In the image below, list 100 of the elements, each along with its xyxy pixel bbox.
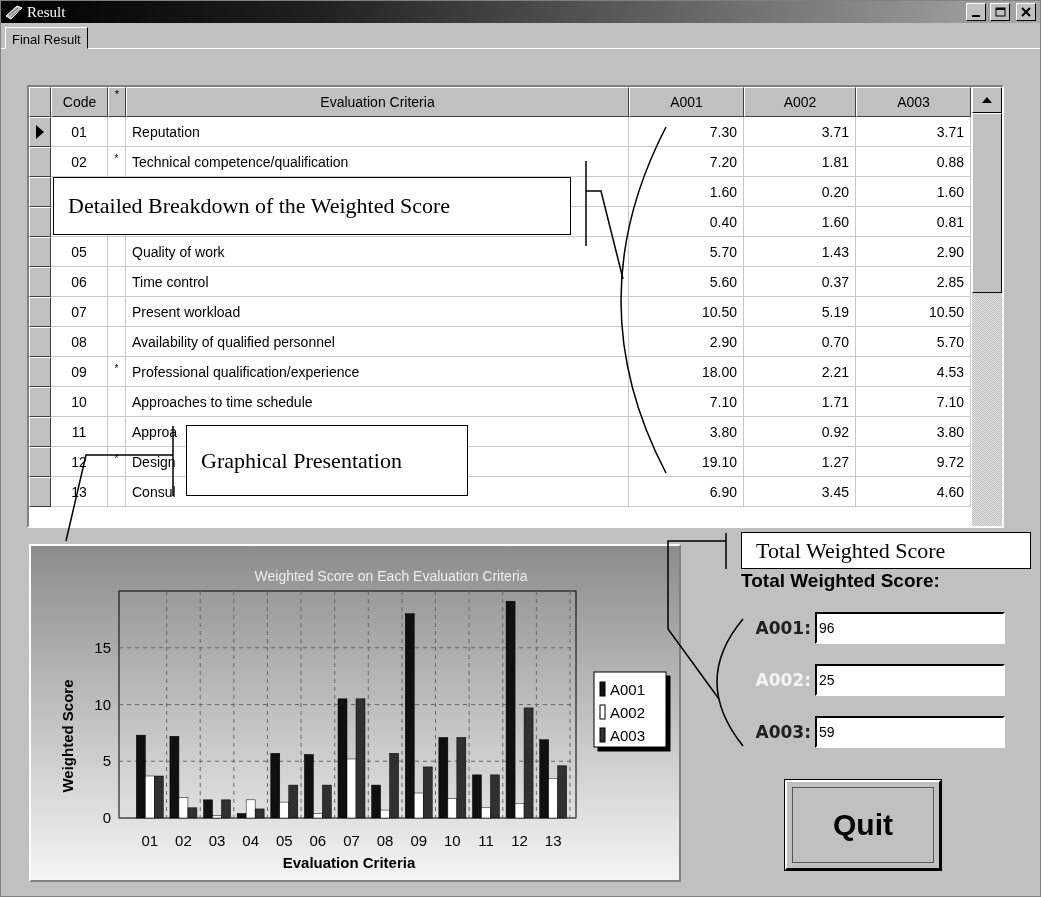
table-cell: 2.85 [856,267,971,297]
axis-tick-label: 12 [511,832,528,849]
axis-tick-label: 09 [410,832,428,849]
table-cell: 5.60 [629,267,744,297]
table-cell: 0.37 [744,267,856,297]
table-cell: 1.60 [856,177,971,207]
row-header[interactable] [29,267,51,297]
axis-tick-label: 13 [544,832,562,849]
table-cell: 07 [51,297,108,327]
legend-label: A001 [610,681,646,698]
table-cell [108,267,126,297]
axis-tick-label: 01 [141,832,159,849]
table-cell: 3.71 [856,117,971,147]
table-cell: 0.70 [744,327,856,357]
axis-tick-label: 07 [343,832,360,849]
scroll-up-button[interactable] [972,87,1002,113]
window-title: Result [27,3,67,21]
table-cell: 4.53 [856,357,971,387]
table-cell: 1.60 [629,177,744,207]
row-header[interactable] [29,147,51,177]
table-cell: 3.80 [856,417,971,447]
table-cell: Availability of qualified personnel [126,327,629,357]
table-cell: Reputation [126,117,629,147]
table-cell: 10 [51,387,108,417]
table-cell: 1.71 [744,387,856,417]
scrollbar[interactable] [972,87,1002,526]
column-header[interactable]: A003 [856,87,971,117]
column-header[interactable]: A001 [629,87,744,117]
app-icon [5,4,23,20]
score-label: A001: [754,618,811,638]
row-header[interactable] [29,387,51,417]
minimize-button[interactable] [966,3,986,21]
axis-tick-label: 10 [94,695,111,713]
table-cell: 06 [51,267,108,297]
table-cell: * [108,357,126,387]
table-cell: 3.71 [744,117,856,147]
table-cell: 1.60 [744,207,856,237]
axis-tick-label: 10 [444,832,461,849]
table-cell: 4.60 [856,477,971,507]
table-cell: 01 [51,117,108,147]
column-header[interactable]: A002 [744,87,856,117]
table-cell: 2.90 [629,327,744,357]
column-header[interactable]: Evaluation Criteria [126,87,629,117]
table-cell [108,417,126,447]
table-cell: 5.19 [744,297,856,327]
tab[interactable]: Final Result [5,27,88,49]
row-header[interactable] [29,177,51,207]
score-label: A003: [754,722,811,742]
column-header[interactable]: Code [51,87,108,117]
table-cell [108,297,126,327]
chart-title: Weighted Score on Each Evaluation Criteria [254,568,528,584]
legend-label: A002 [610,704,646,721]
table-cell: Approaches to time schedule [126,387,629,417]
axis-tick-label: 15 [94,638,111,656]
row-header[interactable] [29,327,51,357]
row-header[interactable] [29,447,51,477]
callout: Total Weighted Score [741,532,1031,569]
quit-button[interactable]: Quit [785,780,941,870]
legend-swatch [599,704,606,720]
table-cell [108,477,126,507]
table-cell: 18.00 [629,357,744,387]
row-header[interactable] [29,357,51,387]
maximize-button[interactable] [990,3,1010,21]
table-cell: 09 [51,357,108,387]
row-header[interactable] [29,297,51,327]
table-cell: 3.80 [629,417,744,447]
table-cell: 0.88 [856,147,971,177]
axis-tick-label: 05 [275,832,293,849]
y-axis-title: Weighted Score [59,679,76,793]
table-cell: Quality of work [126,237,629,267]
close-button[interactable] [1016,3,1036,21]
close-icon [1021,7,1031,17]
axis-tick-label: 11 [478,832,494,849]
row-header[interactable] [29,207,51,237]
row-header[interactable] [29,237,51,267]
score-field[interactable]: 96 [815,612,1005,644]
axis-tick-label: 02 [175,832,192,849]
table-cell: 0.81 [856,207,971,237]
table-cell: 1.27 [744,447,856,477]
table-cell [108,387,126,417]
table-cell: 1.81 [744,147,856,177]
bar [557,765,567,819]
table-cell: 6.90 [629,477,744,507]
axis-tick-label: 04 [242,832,259,849]
column-header[interactable]: * [108,87,126,117]
axis-tick-label: 03 [208,832,226,849]
table-cell [108,117,126,147]
score-field[interactable]: 59 [815,716,1005,748]
legend-swatch [599,727,606,743]
table-cell: 9.72 [856,447,971,477]
row-header[interactable] [29,417,51,447]
row-pointer-icon [36,125,44,139]
row-header[interactable] [29,477,51,507]
x-axis-title: Evaluation Criteria [282,854,416,871]
up-arrow-icon [982,97,992,103]
table-cell [108,237,126,267]
row-header[interactable] [29,117,51,147]
scroll-thumb[interactable] [972,113,1002,293]
axis-tick-label: 5 [102,752,111,770]
table-cell: Present workload [126,297,629,327]
